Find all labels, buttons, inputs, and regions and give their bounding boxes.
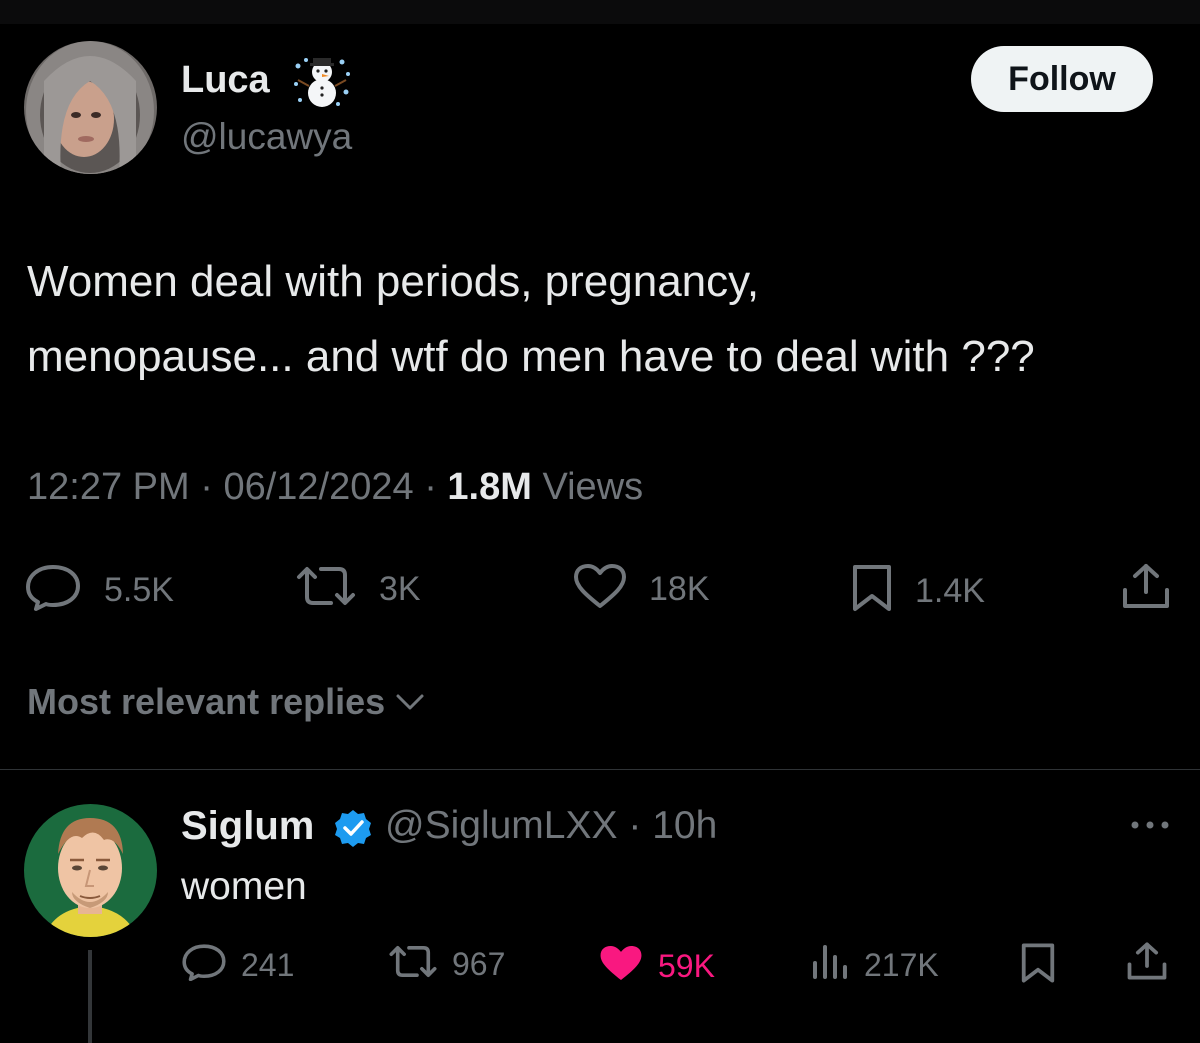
- author-handle[interactable]: @lucawya: [181, 115, 352, 159]
- bookmark-action[interactable]: 1.4K: [851, 563, 985, 618]
- reply-action[interactable]: 5.5K: [24, 563, 174, 616]
- reply-age[interactable]: 10h: [652, 804, 717, 847]
- reply-like-action[interactable]: 59K: [598, 943, 715, 988]
- follow-button[interactable]: Follow: [971, 46, 1153, 112]
- reply-bookmark-action[interactable]: [1020, 942, 1056, 989]
- reply-count: 5.5K: [104, 570, 174, 609]
- reply-views-count: 217K: [864, 946, 939, 983]
- tweet-text-line: menopause... and wtf do men have to deal…: [27, 332, 1035, 381]
- author-name[interactable]: Luca: [181, 58, 270, 102]
- tweet-time[interactable]: 12:27 PM: [27, 466, 190, 508]
- tweet-meta: 12:27 PM · 06/12/2024 · 1.8M Views: [27, 463, 643, 511]
- like-count: 18K: [649, 569, 710, 608]
- reply-icon: [181, 943, 227, 986]
- meta-separator: ·: [628, 804, 653, 847]
- share-action[interactable]: [1121, 562, 1171, 615]
- reply-icon: [24, 563, 82, 616]
- repost-icon: [295, 563, 357, 614]
- reply-repost-count: 967: [452, 946, 506, 982]
- verified-badge-icon: [333, 808, 373, 848]
- reply-repost-action[interactable]: 967: [388, 943, 505, 985]
- reply-like-count: 59K: [658, 947, 715, 984]
- divider: [0, 769, 1200, 770]
- chevron-down-icon: [395, 692, 425, 712]
- reply-text: women: [181, 865, 307, 908]
- bookmark-icon: [851, 563, 893, 618]
- tweet-text-line: Women deal with periods, pregnancy,: [27, 257, 760, 306]
- heart-icon: [573, 563, 627, 614]
- reply-views-action[interactable]: 217K: [810, 943, 939, 986]
- repost-icon: [388, 943, 438, 985]
- reply-author-handle[interactable]: @SiglumLXX: [385, 804, 618, 847]
- thread-line: [88, 950, 92, 1043]
- bookmark-icon: [1020, 942, 1056, 989]
- heart-filled-icon: [598, 943, 644, 988]
- status-bar: [0, 0, 1200, 24]
- meta-separator: ·: [424, 466, 448, 508]
- reply-author-avatar[interactable]: [24, 804, 157, 937]
- reply-handle-line: @SiglumLXX · 10h: [385, 803, 717, 849]
- more-options-icon[interactable]: [1128, 817, 1172, 833]
- snowman-icon: [292, 54, 352, 110]
- share-icon: [1126, 941, 1168, 986]
- views-count: 1.8M: [447, 466, 532, 508]
- meta-separator: ·: [200, 466, 224, 508]
- views-chart-icon: [810, 943, 850, 986]
- author-avatar[interactable]: [24, 41, 157, 174]
- repost-count: 3K: [379, 569, 421, 608]
- views-label: Views: [542, 466, 644, 508]
- replies-sort-label: Most relevant replies: [27, 681, 386, 722]
- share-icon: [1121, 562, 1171, 615]
- repost-action[interactable]: 3K: [295, 563, 421, 614]
- reply-author-name[interactable]: Siglum: [181, 803, 314, 849]
- tweet-date[interactable]: 06/12/2024: [223, 466, 413, 508]
- replies-sort-dropdown[interactable]: Most relevant replies: [27, 680, 425, 724]
- reply-share-action[interactable]: [1126, 941, 1168, 986]
- tweet-text: Women deal with periods, pregnancy, meno…: [27, 244, 1177, 394]
- reply-reply-count: 241: [241, 946, 295, 983]
- like-action[interactable]: 18K: [573, 563, 710, 614]
- reply-reply-action[interactable]: 241: [181, 943, 294, 986]
- bookmark-count: 1.4K: [915, 571, 985, 610]
